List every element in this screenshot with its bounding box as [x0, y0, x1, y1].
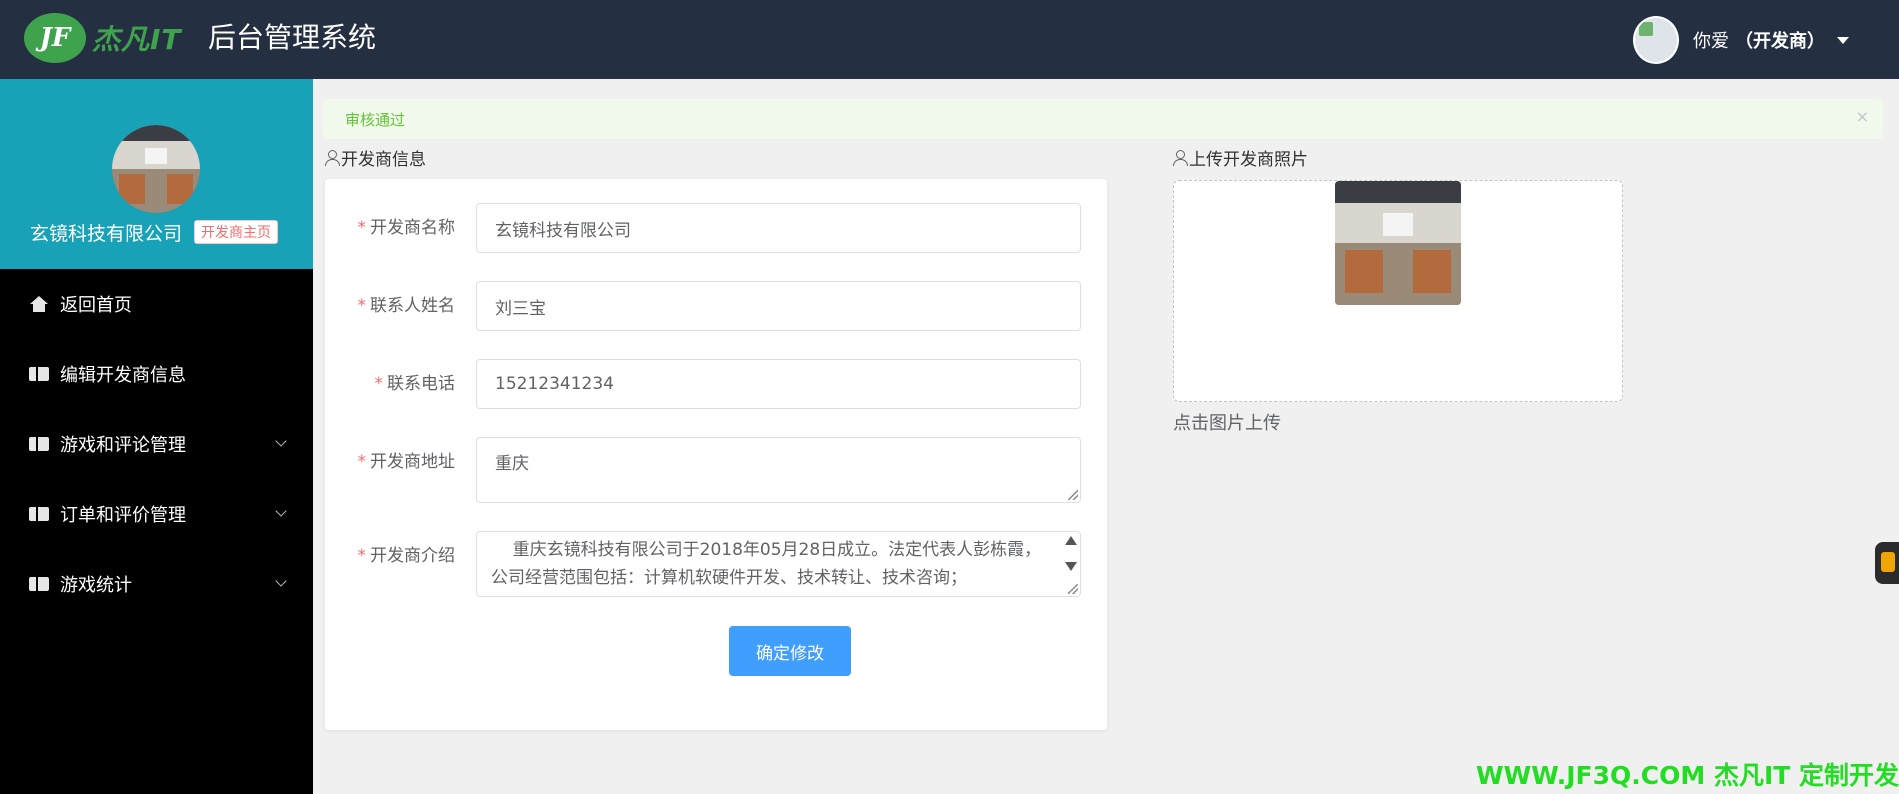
ticket-icon — [28, 435, 50, 453]
field-label: * 联系人姓名 — [357, 296, 456, 316]
sidebar-item-home[interactable]: 返回首页 — [0, 269, 313, 339]
system-title: 后台管理系统 — [208, 21, 377, 54]
address-value: 重庆 — [495, 454, 529, 474]
user-name: 你爱 — [1693, 31, 1729, 52]
form-row-contact: * 联系人姓名 — [325, 281, 1107, 331]
user-icon — [1173, 149, 1188, 166]
chevron-down-icon — [275, 575, 287, 587]
form-row-phone: * 联系电话 — [325, 359, 1107, 409]
main-content: 审核通过 × 开发商信息 *开发商名称 *联系人姓名 *联系电话 *开发商地址 … — [313, 79, 1899, 794]
field-label: * 开发商地址 — [357, 452, 456, 472]
logo-text: 杰凡IT — [92, 23, 182, 56]
company-avatar — [112, 125, 200, 213]
floating-tool-icon[interactable] — [1875, 542, 1899, 584]
developer-home-badge[interactable]: 开发商主页 — [194, 220, 278, 244]
developer-name-input[interactable] — [476, 203, 1081, 253]
developer-photo[interactable] — [1335, 181, 1461, 305]
sidebar-item-edit-developer[interactable]: 编辑开发商信息 — [0, 339, 313, 409]
user-icon — [325, 149, 340, 166]
form-row-intro: * 开发商介绍 重庆玄镜科技有限公司于2018年05月28日成立。法定代表人彭栋霞… — [325, 531, 1107, 597]
field-label: * 开发商名称 — [357, 218, 456, 238]
sidebar-item-label: 订单和评价管理 — [60, 505, 186, 526]
developer-info-title: 开发商信息 — [325, 145, 426, 170]
upload-photo-title: 上传开发商照片 — [1173, 145, 1308, 170]
ticket-icon — [28, 575, 50, 593]
chevron-down-icon — [275, 505, 287, 517]
ticket-icon — [28, 365, 50, 383]
address-textarea[interactable]: 重庆 — [476, 437, 1081, 503]
sidebar-item-order-review[interactable]: 订单和评价管理 — [0, 479, 313, 549]
ticket-icon — [28, 505, 50, 523]
user-menu[interactable]: 你爱 （开发商） — [1633, 10, 1849, 70]
resize-handle-icon[interactable] — [1068, 490, 1078, 500]
sidebar-item-label: 游戏统计 — [60, 575, 132, 596]
brand-logo[interactable]: JF 杰凡IT — [24, 8, 188, 68]
user-role: （开发商） — [1735, 31, 1825, 52]
form-row-address: * 开发商地址 重庆 — [325, 437, 1107, 503]
success-alert: 审核通过 × — [323, 99, 1883, 139]
field-label: * 开发商介绍 — [357, 546, 456, 566]
sidebar-profile: 玄镜科技有限公司 开发商主页 — [0, 79, 313, 269]
alert-text: 审核通过 — [345, 111, 406, 129]
photo-upload-area[interactable] — [1173, 180, 1623, 402]
sidebar-menu: 返回首页 编辑开发商信息 游戏和评论管理 订单和评价管理 游戏统计 — [0, 269, 313, 619]
chevron-down-icon — [275, 435, 287, 447]
resize-handle-icon[interactable] — [1068, 584, 1078, 594]
watermark-text: WWW.JF3Q.COM 杰凡IT 定制开发 — [1476, 761, 1899, 790]
contact-name-input[interactable] — [476, 281, 1081, 331]
company-name: 玄镜科技有限公司 — [30, 223, 183, 245]
intro-textarea[interactable]: 重庆玄镜科技有限公司于2018年05月28日成立。法定代表人彭栋霞，公司经营范围… — [476, 531, 1081, 597]
logo-mark: JF — [24, 13, 86, 63]
home-icon — [28, 295, 50, 313]
sidebar-item-label: 编辑开发商信息 — [60, 365, 186, 386]
intro-value: 重庆玄镜科技有限公司于2018年05月28日成立。法定代表人彭栋霞，公司经营范围… — [491, 540, 1042, 588]
sidebar-item-game-review[interactable]: 游戏和评论管理 — [0, 409, 313, 479]
user-avatar[interactable] — [1633, 16, 1679, 64]
sidebar-item-label: 返回首页 — [60, 295, 132, 316]
sidebar-item-label: 游戏和评论管理 — [60, 435, 186, 456]
phone-input[interactable] — [476, 359, 1081, 409]
field-label: * 联系电话 — [374, 374, 456, 394]
caret-down-icon[interactable] — [1837, 36, 1849, 44]
sidebar: 玄镜科技有限公司 开发商主页 返回首页 编辑开发商信息 游戏和评论管理 订单和评… — [0, 79, 313, 794]
sidebar-item-game-stats[interactable]: 游戏统计 — [0, 549, 313, 619]
upload-hint: 点击图片上传 — [1173, 413, 1281, 434]
close-icon[interactable]: × — [1856, 107, 1869, 126]
developer-form: *开发商名称 *联系人姓名 *联系电话 *开发商地址 重庆 *开发商介绍 重庆玄… — [325, 179, 1107, 730]
form-row-name: * 开发商名称 — [325, 203, 1107, 253]
top-header: JF 杰凡IT 后台管理系统 你爱 （开发商） — [0, 0, 1899, 79]
scroll-up-icon[interactable] — [1065, 536, 1077, 545]
scroll-down-icon[interactable] — [1065, 562, 1077, 571]
confirm-edit-button[interactable]: 确定修改 — [729, 626, 851, 676]
